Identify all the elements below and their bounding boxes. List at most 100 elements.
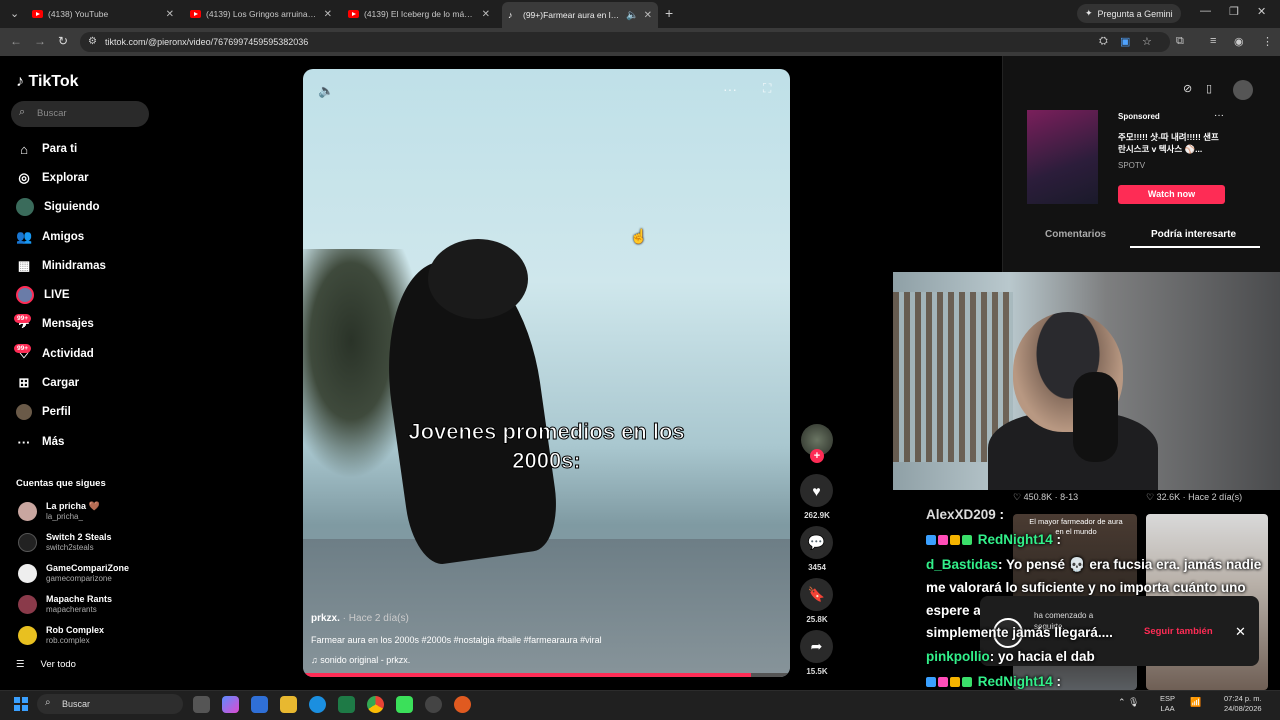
webcam-overlay [893,272,1280,490]
tiktok-logo[interactable]: ♪ TikTok [16,73,79,91]
taskbar-search-input[interactable] [37,694,183,714]
sponsored-label: Sponsored [1118,112,1160,121]
video-caption: Jovenes promedios en los 2000s: [408,419,685,474]
account-rob-complex[interactable]: Rob Complex rob.complex [18,622,104,648]
nav-siguiendo[interactable]: Siguiendo [16,197,100,217]
browser-tab-tiktok[interactable]: ♪ (99+)Farmear aura en los 20... 🔈 ✕ [502,2,658,28]
recommended-video-1-stats: ♡ 450.8K · 8-13 [1013,492,1079,502]
chrome-icon[interactable] [367,696,384,713]
gemini-button[interactable]: ✦ Pregunta a Gemini [1077,4,1181,23]
follow-plus-button[interactable]: + [810,449,824,463]
close-tab-icon[interactable]: ✕ [644,10,652,21]
nav-amigos[interactable]: 👥 Amigos [16,227,84,247]
account-la-pricha[interactable]: La pricha 🤎 la_pricha_ [18,498,100,524]
compass-icon: ◎ [18,170,30,185]
new-tab-button[interactable]: + [665,5,673,21]
list-icon: ☰ [16,659,25,670]
badge-icon [962,677,972,688]
app-icon[interactable] [454,696,471,713]
system-tray[interactable]: ⌃ 🎙 [1118,697,1139,708]
nav-cargar[interactable]: ⊞ Cargar [16,373,80,393]
save-button[interactable]: 🔖 [800,578,833,611]
nav-para-ti[interactable]: ⌂ Para ti [16,139,77,159]
file-explorer-icon[interactable] [280,696,297,713]
chat-line: RedNight14 : [926,532,1061,547]
account-gamecomparizone[interactable]: GameCompariZone gamecomparizone [18,560,129,586]
video-player[interactable]: Jovenes promedios en los 2000s: 🔈 ··· ⛶ … [303,69,790,677]
minimize-button[interactable]: — [1200,5,1211,17]
ad-thumbnail[interactable] [1027,110,1098,204]
close-window-button[interactable]: ✕ [1257,5,1266,18]
tab-podria-interesarte[interactable]: Podría interesarte [1151,229,1236,240]
see-all-accounts-link[interactable]: ☰ Ver todo [16,659,76,670]
back-button[interactable]: ← [10,34,22,48]
watch-now-button[interactable]: Watch now [1118,185,1225,204]
heart-icon: ♥ [812,482,821,499]
translate-icon[interactable]: ⛭ [1099,35,1108,48]
compass-icon[interactable]: ⊘ [1183,82,1192,95]
windows-start-icon[interactable] [14,697,28,711]
ad-title: 주모!!!!! 샷-따 내려!!!!! 샌프란시스코 v 텍사스 ⚾️... [1118,132,1219,154]
speaker-icon[interactable]: 🔈 [626,10,638,21]
volume-icon[interactable]: 🔈 [318,83,334,99]
url-text[interactable]: tiktok.com/@pieronx/video/76769974595953… [105,37,308,47]
excel-icon[interactable] [338,696,355,713]
like-button[interactable]: ♥ [800,474,833,507]
more-icon: ··· [17,434,31,450]
home-icon: ⌂ [20,141,28,157]
nav-perfil[interactable]: Perfil [16,402,71,422]
browser-tab-iceberg[interactable]: (4139) El Iceberg de lo más Pe... ✕ [342,4,496,24]
browser-tab-youtube[interactable]: (4138) YouTube ✕ [26,4,180,24]
share-button[interactable]: ➦ [800,630,833,663]
activity-badge: 99+ [14,344,32,353]
network-icon[interactable]: 📶 [1190,697,1201,708]
app-icon[interactable] [396,696,413,713]
follow-back-button[interactable]: Seguir también [1144,626,1213,637]
nav-mas[interactable]: ··· Más [16,432,65,452]
mouse-cursor-icon: ☝ [630,228,648,244]
tab-comentarios[interactable]: Comentarios [1045,229,1106,240]
close-icon[interactable]: ✕ [1235,624,1246,640]
comment-button[interactable]: 💬 [800,526,833,559]
nav-live[interactable]: LIVE [16,285,70,305]
store-icon[interactable] [251,696,268,713]
nav-explorar[interactable]: ◎ Explorar [16,168,88,188]
language-indicator[interactable]: ESP LAA [1160,694,1175,714]
search-input[interactable] [11,101,149,127]
chat-line: RedNight14 : [926,674,1061,689]
tiktok-icon: ♪ [508,10,513,20]
extensions-icon[interactable]: ⧉ [1176,35,1184,48]
account-mapache-rants[interactable]: Mapache Rants mapacherants [18,591,112,617]
cast-icon[interactable]: ▣ [1120,35,1130,48]
taskbar-clock[interactable]: 07:24 p. m. 24/08/2026 [1224,694,1262,714]
copilot-icon[interactable] [222,696,239,713]
device-icon[interactable]: ▯ [1206,82,1212,95]
site-info-icon[interactable]: ⚙ [88,36,97,47]
video-progress-bar[interactable] [303,673,790,677]
browser-tab-gringos[interactable]: (4139) Los Gringos arruinaron l... ✕ [184,4,338,24]
tab-search-chevron-icon[interactable]: ⌄ [10,7,19,20]
close-tab-icon[interactable]: ✕ [482,9,490,20]
forward-button[interactable]: → [34,34,46,48]
ad-more-icon[interactable]: ··· [1214,110,1224,121]
close-tab-icon[interactable]: ✕ [166,9,174,20]
reading-list-icon[interactable]: ≡ [1210,35,1216,47]
avatar [18,594,37,614]
reload-button[interactable]: ↻ [58,34,68,48]
chrome-menu-icon[interactable]: ⋮ [1262,35,1273,48]
nav-minidramas[interactable]: ▦ Minidramas [16,256,106,276]
avatar[interactable] [1233,80,1253,100]
profile-avatar-icon[interactable]: ◉ [1234,35,1244,48]
task-view-icon[interactable] [193,696,210,713]
video-sound[interactable]: ♫ sonido original - prkzx. [311,655,410,665]
edge-icon[interactable] [309,696,326,713]
video-author[interactable]: prkzx. · Hace 2 día(s) [311,613,409,624]
close-tab-icon[interactable]: ✕ [324,9,332,20]
obs-icon[interactable] [425,696,442,713]
fullscreen-icon[interactable]: ⛶ [763,81,771,96]
more-options-icon[interactable]: ··· [723,81,737,97]
maximize-button[interactable]: ❐ [1229,5,1239,18]
bookmark-star-icon[interactable]: ☆ [1142,35,1152,48]
account-switch-2-steals[interactable]: Switch 2 Steals switch2steals [18,529,112,555]
chat-line: d_Bastidas: Yo pensé 💀 era fucsia era. j… [926,557,1262,572]
